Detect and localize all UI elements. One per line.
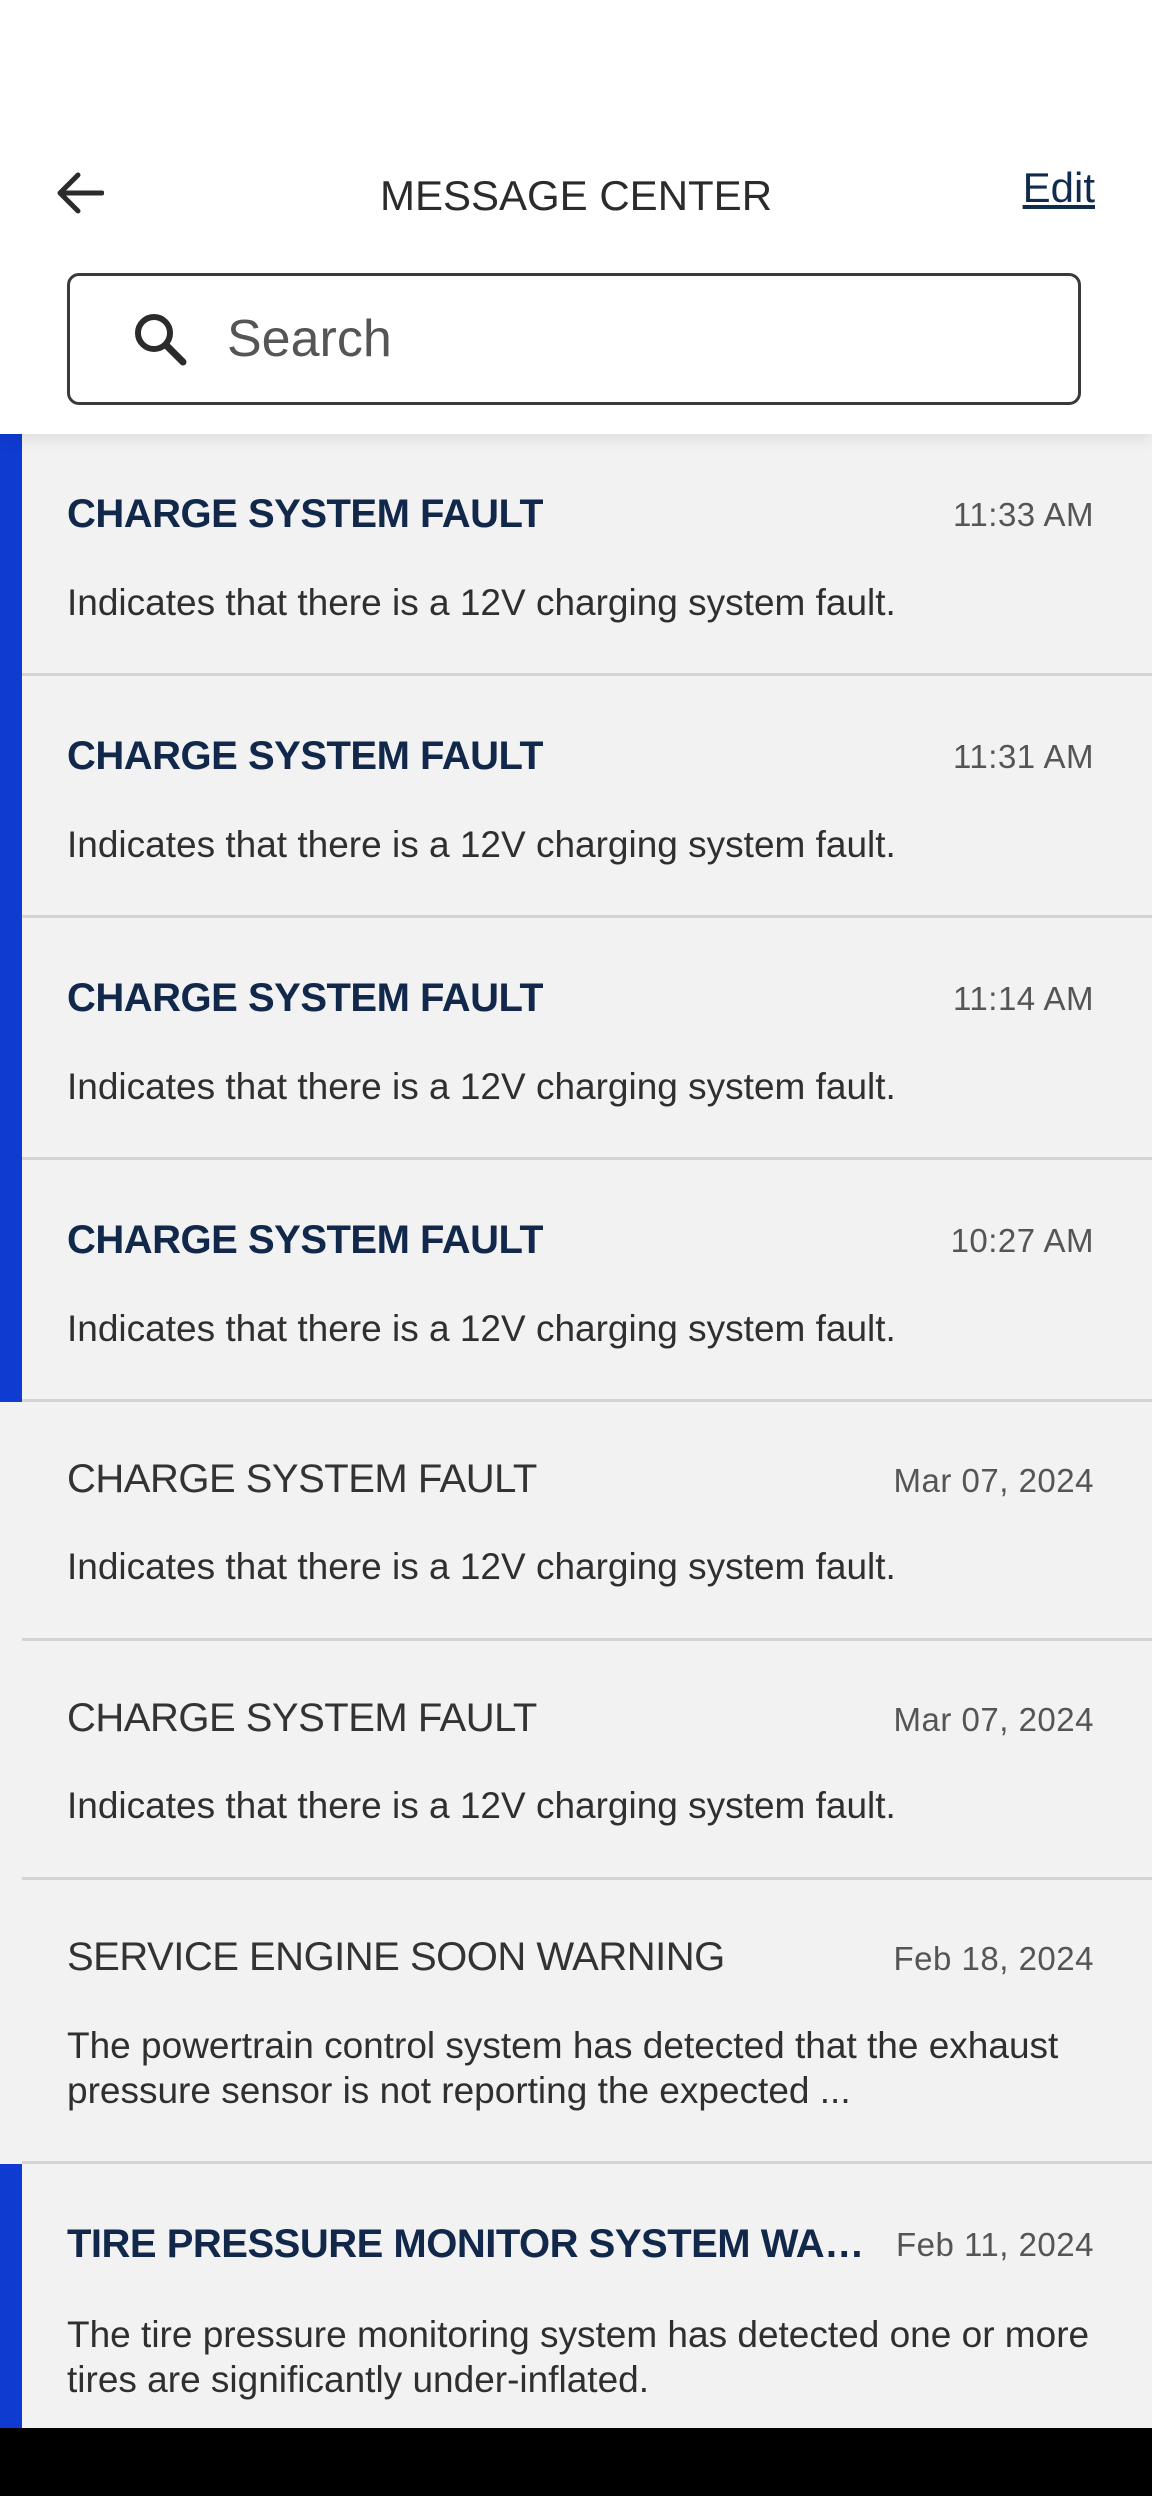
message-body: Indicates that there is a 12V charging s…	[67, 1308, 896, 1349]
message-time: Feb 18, 2024	[893, 1940, 1094, 1977]
system-navigation-bar	[0, 2428, 1152, 2496]
message-title: TIRE PRESSURE MONITOR SYSTEM WAR...	[67, 2222, 867, 2266]
message-body: Indicates that there is a 12V charging s…	[67, 824, 896, 865]
app-header: MESSAGE CENTER Edit	[0, 0, 1152, 434]
message-time: 11:14 AM	[953, 980, 1094, 1017]
message-item[interactable]: CHARGE SYSTEM FAULT 11:14 AM Indicates t…	[0, 918, 1152, 1160]
message-title: CHARGE SYSTEM FAULT	[67, 492, 544, 536]
message-body: The tire pressure monitoring system has …	[67, 2314, 1090, 2400]
message-time: 11:31 AM	[953, 738, 1094, 775]
message-title: CHARGE SYSTEM FAULT	[67, 1696, 537, 1740]
message-body: Indicates that there is a 12V charging s…	[67, 582, 896, 623]
page-title: MESSAGE CENTER	[379, 172, 773, 219]
message-body: Indicates that there is a 12V charging s…	[67, 1546, 896, 1587]
message-title: SERVICE ENGINE SOON WARNING	[67, 1935, 725, 1979]
message-item[interactable]: CHARGE SYSTEM FAULT 10:27 AM Indicates t…	[0, 1160, 1152, 1402]
message-list: CHARGE SYSTEM FAULT 11:33 AM Indicates t…	[0, 434, 1152, 2428]
message-title: CHARGE SYSTEM FAULT	[67, 1457, 537, 1501]
message-item[interactable]: CHARGE SYSTEM FAULT Mar 07, 2024 Indicat…	[0, 1641, 1152, 1880]
message-body: The powertrain control system has detect…	[67, 2025, 1059, 2111]
message-time: Mar 07, 2024	[893, 1462, 1094, 1499]
message-item[interactable]: SERVICE ENGINE SOON WARNING Feb 18, 2024…	[0, 1880, 1152, 2164]
search-bar[interactable]	[67, 273, 1081, 405]
message-body: Indicates that there is a 12V charging s…	[67, 1066, 896, 1107]
message-item[interactable]: CHARGE SYSTEM FAULT 11:33 AM Indicates t…	[0, 434, 1152, 676]
message-time: 10:27 AM	[950, 1222, 1094, 1259]
message-time: 11:33 AM	[953, 496, 1094, 533]
edit-button[interactable]: Edit	[1023, 164, 1095, 212]
message-title: CHARGE SYSTEM FAULT	[67, 976, 544, 1020]
message-item[interactable]: CHARGE SYSTEM FAULT 11:31 AM Indicates t…	[0, 676, 1152, 918]
search-input[interactable]	[225, 308, 1009, 370]
search-icon	[125, 304, 195, 374]
message-title: CHARGE SYSTEM FAULT	[67, 1218, 544, 1262]
message-item[interactable]: CHARGE SYSTEM FAULT Mar 07, 2024 Indicat…	[0, 1402, 1152, 1641]
message-title: CHARGE SYSTEM FAULT	[67, 734, 544, 778]
message-time: Mar 07, 2024	[893, 1701, 1094, 1738]
message-item[interactable]: TIRE PRESSURE MONITOR SYSTEM WAR... Feb …	[0, 2164, 1152, 2428]
message-body: Indicates that there is a 12V charging s…	[67, 1785, 896, 1826]
message-time: Feb 11, 2024	[895, 2226, 1094, 2263]
